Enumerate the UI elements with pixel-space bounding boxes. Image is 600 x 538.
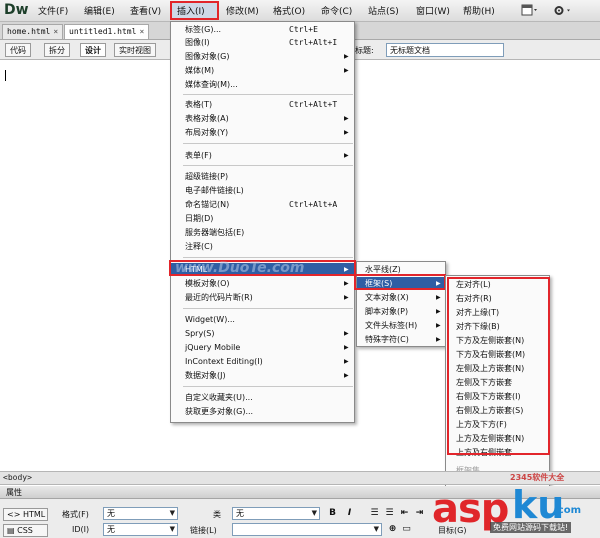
menu-item-jquery-mobile[interactable]: jQuery Mobile ▶ [171,341,354,354]
id-select[interactable]: 无 ▼ [103,523,178,536]
menu-item-comment[interactable]: 注释(C) [171,240,354,253]
menu-item-script-objects[interactable]: 脚本对象(P) ▶ [357,305,445,318]
menu-item-layout-objects[interactable]: 布局对象(Y) ▶ [171,126,354,139]
link-label: 链接(L) [190,526,217,535]
tab-home-html[interactable]: home.html × [2,24,64,39]
menu-insert[interactable]: 插入(I) [177,4,205,17]
menu-separator [183,386,353,387]
menu-item-recent-snippets[interactable]: 最近的代码片断(R) ▶ [171,291,354,304]
menu-bar: Dw 文件(F) 编辑(E) 查看(V) 插入(I) 修改(M) 格式(O) 命… [0,0,600,22]
menu-separator [183,143,353,144]
id-label: ID(I) [72,525,90,534]
menu-item-spry[interactable]: Spry(S) ▶ [171,327,354,340]
menu-item-incontext-editing[interactable]: InContext Editing(I) ▶ [171,355,354,368]
design-view-button[interactable]: 设计 [80,43,106,57]
menu-format[interactable]: 格式(O) [273,4,305,17]
menu-item-head-tags[interactable]: 文件头标签(H) ▶ [357,319,445,332]
tab-label: home.html [7,27,51,36]
watermark-com: .com [554,505,582,516]
watermark-duote: www.DuoTe.com [175,260,305,276]
menu-item-customize-favorites[interactable]: 自定义收藏夹(U)... [171,391,354,404]
bold-button[interactable]: B [326,507,339,520]
split-view-button[interactable]: 拆分 [44,43,70,57]
menu-item-image[interactable]: 图像(I) Ctrl+Alt+I [171,36,354,49]
menu-modify[interactable]: 修改(M) [226,4,259,17]
watermark-slogan: 免费网站源码下载站! [490,522,572,533]
gear-icon[interactable] [553,4,570,17]
menu-window[interactable]: 窗口(W) [416,4,450,17]
close-icon[interactable]: × [139,27,144,36]
menu-separator [183,94,353,95]
menu-item-get-more-objects[interactable]: 获取更多对象(G)... [171,405,354,418]
menu-item-data-objects[interactable]: 数据对象(J) ▶ [171,369,354,382]
menu-separator [183,257,353,258]
menu-item-form[interactable]: 表单(F) ▶ [171,149,354,162]
frames-item-annotation [354,274,446,290]
dreamweaver-logo: Dw [4,2,29,18]
menu-site[interactable]: 站点(S) [368,4,399,17]
live-view-button[interactable]: 实时视图 [114,43,156,57]
chevron-down-icon: ▼ [169,509,175,517]
point-to-file-icon[interactable]: ⊕ [386,523,399,536]
chevron-down-icon: ▼ [169,525,175,533]
frames-submenu-annotation [447,277,550,455]
menu-item-server-include[interactable]: 服务器端包括(E) [171,226,354,239]
close-icon[interactable]: × [53,27,58,36]
menu-commands[interactable]: 命令(C) [321,4,352,17]
ordered-list-icon[interactable]: ☰ [383,507,396,520]
menu-separator [183,165,353,166]
menu-item-media-queries[interactable]: 媒体查询(M)... [171,78,354,91]
menu-item-named-anchor[interactable]: 命名锚记(N) Ctrl+Alt+A [171,198,354,211]
menu-view[interactable]: 查看(V) [130,4,161,17]
outdent-icon[interactable]: ⇤ [398,507,411,520]
html-mode-button[interactable]: <> HTML [3,508,48,521]
menu-item-text-objects[interactable]: 文本对象(X) ▶ [357,291,445,304]
menu-item-widget[interactable]: Widget(W)... [171,313,354,326]
watermark-2345: 2345软件大全 [510,473,565,482]
tab-untitled1-html[interactable]: untitled1.html × [64,24,150,39]
css-mode-button[interactable]: ▤ CSS [3,524,48,537]
format-select[interactable]: 无 ▼ [103,507,178,520]
folder-icon[interactable]: ▭ [400,523,413,536]
class-label: 类 [213,510,221,519]
menu-item-table[interactable]: 表格(T) Ctrl+Alt+T [171,98,354,111]
insert-menu: 标签(G)... Ctrl+E 图像(I) Ctrl+Alt+I 图像对象(G) ▶ … [170,21,355,423]
menu-edit[interactable]: 编辑(E) [84,4,115,17]
properties-header: 属性 [0,486,600,499]
code-view-button[interactable]: 代码 [5,43,31,57]
tag-selector[interactable]: <body> [3,473,32,482]
class-select[interactable]: 无 ▼ [232,507,320,520]
menu-item-template-objects[interactable]: 模板对象(O) ▶ [171,277,354,290]
menu-item-table-objects[interactable]: 表格对象(A) ▶ [171,112,354,125]
css-icon: ▤ [7,526,15,535]
menu-item-image-objects[interactable]: 图像对象(G) ▶ [171,50,354,63]
unordered-list-icon[interactable]: ☰ [368,507,381,520]
title-label: 标题: [355,46,374,55]
menu-item-date[interactable]: 日期(D) [171,212,354,225]
italic-button[interactable]: I [343,507,356,520]
title-input[interactable]: 无标题文档 [386,43,504,57]
menu-separator [183,308,353,309]
menu-item-special-characters[interactable]: 特殊字符(C) ▶ [357,333,445,346]
link-input[interactable]: ▼ [232,523,382,536]
indent-icon[interactable]: ⇥ [413,507,426,520]
menu-item-email-link[interactable]: 电子邮件链接(L) [171,184,354,197]
menu-item-hyperlink[interactable]: 超级链接(P) [171,170,354,183]
code-icon: <> [7,510,21,519]
chevron-down-icon: ▼ [373,525,379,533]
menu-item-media[interactable]: 媒体(M) ▶ [171,64,354,77]
properties-title: 属性 [6,488,22,497]
menu-file[interactable]: 文件(F) [38,4,68,17]
format-label: 格式(F) [62,510,89,519]
text-caret [5,70,6,81]
layout-icon[interactable] [521,4,537,17]
menu-help[interactable]: 帮助(H) [463,4,495,17]
menu-item-tag[interactable]: 标签(G)... Ctrl+E [171,23,354,36]
chevron-down-icon: ▼ [311,509,317,517]
tab-label: untitled1.html [69,27,137,36]
